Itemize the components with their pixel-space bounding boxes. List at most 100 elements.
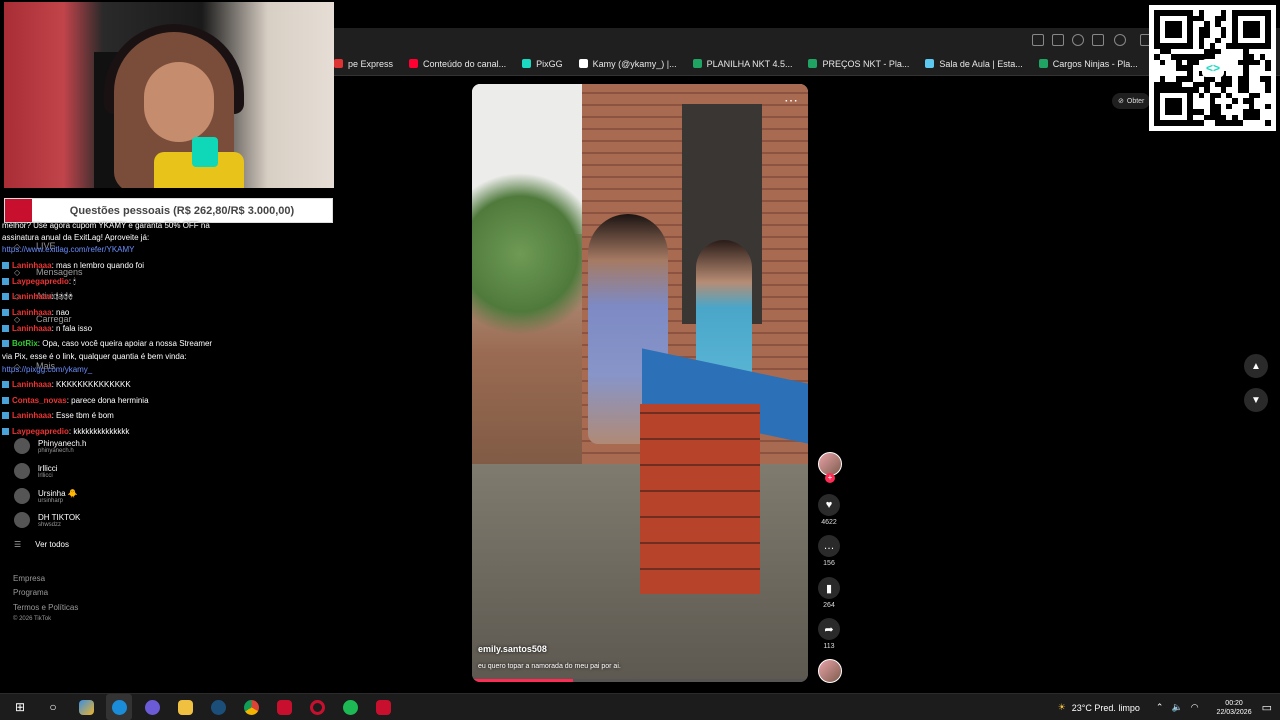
install-app-icon[interactable] bbox=[1032, 34, 1044, 46]
following-handle: shwsdzz bbox=[38, 521, 62, 528]
bookmark-item[interactable]: Sala de Aula | Esta... bbox=[925, 59, 1023, 69]
browser-toolbar bbox=[334, 28, 1280, 52]
chat-username: Laninhaaa bbox=[12, 380, 52, 389]
comment-button[interactable]: … 156 bbox=[818, 535, 840, 567]
taskbar-app-obs[interactable] bbox=[370, 694, 396, 720]
following-item[interactable]: Ursinha 🐥 ursinharp bbox=[14, 488, 78, 504]
avatar bbox=[14, 512, 30, 528]
previous-video-button[interactable]: ▲ bbox=[1244, 354, 1268, 378]
see-all-link[interactable]: ☰ Ver todos bbox=[14, 540, 69, 549]
folder-icon bbox=[177, 699, 193, 715]
bookmark-item[interactable]: pe Express bbox=[334, 59, 393, 69]
footer-terms[interactable]: Termos e Políticas bbox=[13, 603, 78, 612]
search-button[interactable]: ○ bbox=[40, 694, 66, 720]
comment-count: 156 bbox=[823, 560, 835, 567]
taskbar-app-spotify[interactable] bbox=[337, 694, 363, 720]
chat-badge-icon bbox=[2, 412, 9, 420]
screen: pe Express Conteúdo do canal... PixGG Kamy … bbox=[0, 0, 1280, 720]
bookmark-label: PLANILHA NKT 4.5... bbox=[706, 58, 793, 69]
chat-message: Laninhaaa: nao bbox=[2, 308, 69, 317]
chat-text: : parece dona herminia bbox=[66, 396, 149, 405]
bookmark-label: pe Express bbox=[348, 58, 394, 69]
video-author[interactable]: emily.santos508 bbox=[478, 644, 547, 654]
footer-program[interactable]: Programa bbox=[13, 588, 48, 597]
chat-text: via Pix, esse é o link, qualquer quantia… bbox=[2, 352, 187, 361]
footer-company[interactable]: Empresa bbox=[13, 574, 45, 583]
chat-message: assinatura anual da ExitLag! Aproveite j… bbox=[2, 233, 149, 242]
taskbar-app-explorer[interactable] bbox=[172, 694, 198, 720]
bookmark-item[interactable]: Conteúdo do canal... bbox=[409, 59, 506, 69]
bookmark-label: PixGG bbox=[536, 58, 563, 69]
avatar bbox=[14, 488, 30, 504]
taskbar-app-steam[interactable] bbox=[205, 694, 231, 720]
chat-username: Laninhaaa bbox=[12, 308, 52, 317]
like-button[interactable]: ♥ 4622 bbox=[818, 494, 840, 526]
notification-icon[interactable]: ▭ bbox=[1262, 701, 1272, 714]
chat-badge-icon bbox=[2, 262, 9, 270]
chat-text: : Opa, caso você queira apoiar a nossa S… bbox=[37, 339, 213, 348]
taskbar-app-edge[interactable] bbox=[106, 694, 132, 720]
taskbar-app-discord[interactable] bbox=[139, 694, 165, 720]
weather-text[interactable]: 23°C Pred. limpo bbox=[1072, 703, 1140, 713]
avatar bbox=[14, 463, 30, 479]
speaker-icon[interactable]: 🔈 bbox=[1171, 702, 1182, 713]
save-button[interactable]: ▮ 264 bbox=[818, 577, 840, 609]
chat-text: : n fala isso bbox=[51, 324, 93, 333]
star-icon[interactable] bbox=[1092, 34, 1104, 46]
chat-message: BotRix: Opa, caso você queira apoiar a n… bbox=[2, 339, 212, 348]
chat-message: Laninhaaa: n fala isso bbox=[2, 324, 92, 333]
bookmark-item[interactable]: PLANILHA NKT 4.5... bbox=[692, 58, 793, 69]
bookmark-favicon-icon bbox=[334, 59, 343, 68]
obs-icon bbox=[375, 699, 391, 715]
chat-message[interactable]: https://pixgg.com/ykamy_ bbox=[2, 365, 92, 374]
bookmark-favicon-icon bbox=[808, 59, 818, 68]
chat-badge-icon bbox=[2, 293, 9, 301]
taskbar-app-chrome[interactable] bbox=[238, 694, 264, 720]
follow-plus-icon[interactable]: + bbox=[825, 473, 835, 483]
get-app-label: Obter bbox=[1126, 97, 1145, 105]
bookmark-favicon-icon bbox=[522, 59, 532, 68]
app-icon: ⊘ bbox=[1118, 98, 1124, 105]
translate-icon[interactable] bbox=[1052, 34, 1064, 46]
taskbar-app-opera[interactable] bbox=[304, 694, 330, 720]
following-handle: lrllicci bbox=[38, 472, 53, 479]
goal-progress-fill bbox=[5, 199, 32, 222]
taskbar-app-copilot[interactable] bbox=[73, 694, 99, 720]
chat-badge-icon bbox=[2, 397, 9, 405]
following-item[interactable]: Phinyanech.h phinyanech.h bbox=[14, 438, 86, 454]
clock[interactable]: 00:20 22/03/2026 bbox=[1217, 699, 1252, 717]
clock-date: 22/03/2026 bbox=[1216, 708, 1252, 716]
chat-message: Laninhaaa: Esse tbm é bom bbox=[2, 411, 114, 420]
taskbar-app-adobe[interactable] bbox=[271, 694, 297, 720]
footer-copyright: © 2026 TikTok bbox=[13, 616, 52, 622]
sound-avatar[interactable] bbox=[818, 659, 842, 683]
chat-message[interactable]: https://www.exitlag.com/refer/YKAMY bbox=[2, 245, 135, 254]
chat-text: assinatura anual da ExitLag! Aproveite j… bbox=[2, 233, 150, 242]
share-button[interactable]: ➦ 113 bbox=[818, 618, 840, 650]
chevron-up-icon[interactable]: ⌃ bbox=[1156, 702, 1164, 713]
following-item[interactable]: lrllicci lrllicci bbox=[14, 463, 58, 479]
chat-badge-icon bbox=[2, 428, 9, 436]
video-progress[interactable] bbox=[472, 679, 808, 682]
video-player[interactable]: ⋯ emily.santos508 eu quero topar a namor… bbox=[472, 84, 808, 682]
chat-text: : Esse tbm é bom bbox=[51, 411, 114, 420]
start-button[interactable]: ⊞ bbox=[7, 694, 33, 720]
chat-username: Laninhaaa bbox=[12, 411, 52, 420]
more-options-icon[interactable]: ⋯ bbox=[784, 92, 798, 109]
bookmark-item[interactable]: PixGG bbox=[522, 59, 563, 69]
edge-icon bbox=[111, 699, 127, 715]
refresh-icon[interactable] bbox=[1114, 34, 1126, 46]
zoom-icon[interactable] bbox=[1072, 34, 1084, 46]
bookmark-item[interactable]: PREÇOS NKT - Pla... bbox=[808, 59, 909, 69]
avatar bbox=[14, 438, 30, 454]
wifi-icon[interactable]: ◠ bbox=[1191, 702, 1199, 713]
get-app-button[interactable]: ⊘ Obter bbox=[1112, 93, 1151, 109]
bookmark-item[interactable]: Cargos Ninjas - Pla... bbox=[1038, 59, 1138, 69]
next-video-button[interactable]: ▼ bbox=[1244, 388, 1268, 412]
discord-icon bbox=[144, 699, 160, 715]
following-item[interactable]: DH TIKTOK shwsdzz bbox=[14, 512, 80, 528]
weather-icon: ☀ bbox=[1057, 702, 1066, 712]
search-icon: ○ bbox=[49, 700, 57, 714]
following-name: Phinyanech.h bbox=[38, 438, 87, 448]
bookmark-item[interactable]: Kamy (@ykamy_) |... bbox=[578, 59, 677, 69]
